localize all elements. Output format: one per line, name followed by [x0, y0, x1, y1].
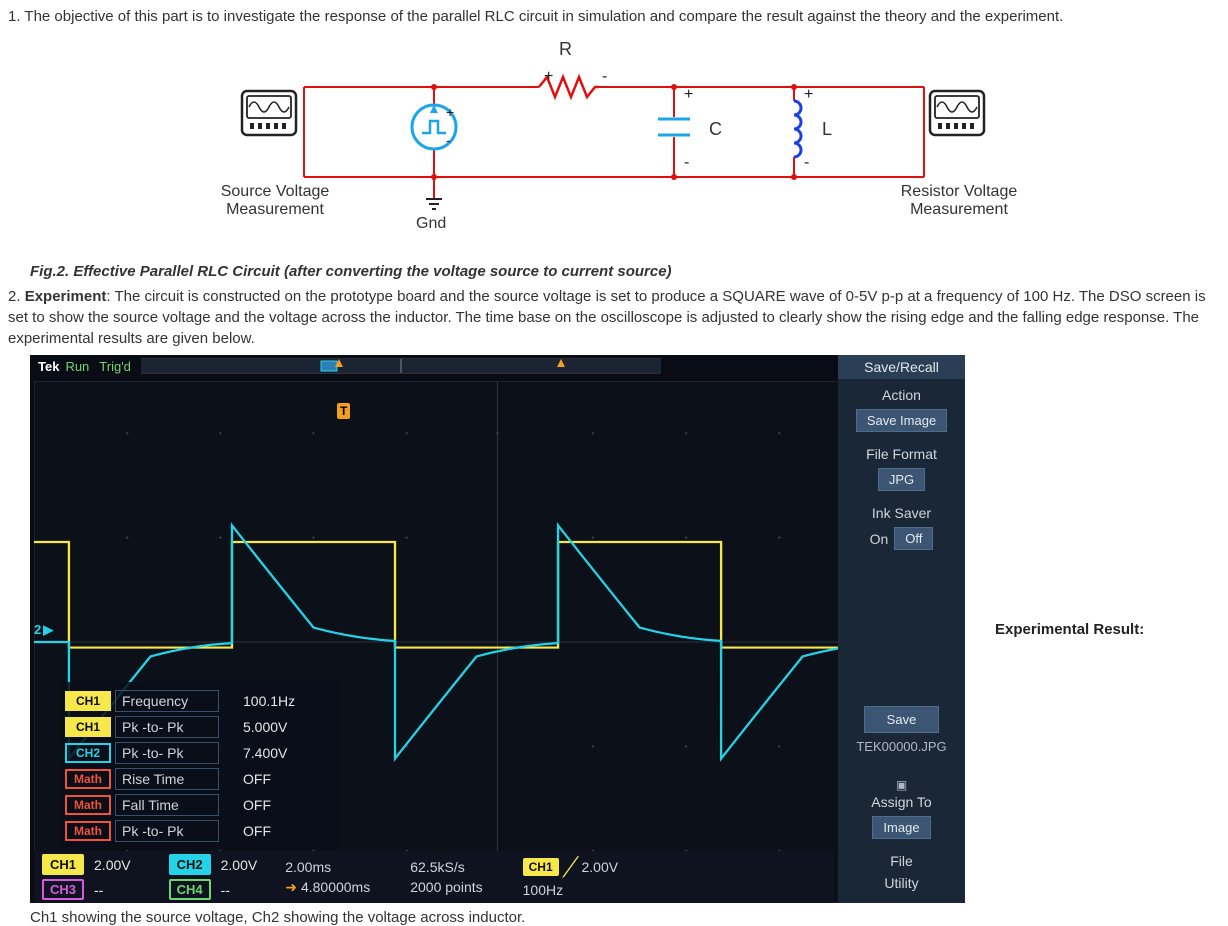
scope-bottom-bar: CH1 2.00V CH3 -- CH2 2.00V CH4 -- 2.00ms ➜4.…	[34, 851, 834, 903]
menu-title: Save/Recall	[838, 355, 965, 379]
readout-row: CH1Pk -to- Pk 5.000V	[65, 714, 333, 740]
readout-label: Pk -to- Pk	[115, 742, 219, 764]
readout-row: MathPk -to- Pk OFF	[65, 818, 333, 844]
readout-tag: Math	[65, 795, 111, 815]
readout-value: OFF	[243, 823, 333, 839]
item2-text: : The circuit is constructed on the prot…	[8, 288, 1206, 347]
resistor-measurement-label: Resistor Voltage Measurement	[894, 183, 1024, 219]
ground-label: Gnd	[416, 215, 446, 233]
menu-ink-label: Ink Saver	[838, 505, 965, 521]
experiment-label: Experiment	[25, 288, 107, 305]
resistor-label: R	[559, 39, 572, 60]
svg-text:+: +	[544, 68, 553, 85]
readout-label: Fall Time	[115, 794, 219, 816]
ch1-chip[interactable]: CH1	[42, 854, 84, 875]
channel-description: Ch1 showing the source voltage, Ch2 show…	[30, 909, 1220, 926]
circuit-diagram: + - + - + - + -	[8, 37, 1220, 257]
svg-text:-: -	[446, 132, 451, 148]
item1-text: 1. The objective of this part is to inve…	[8, 6, 1220, 27]
capacitor-label: C	[709, 119, 722, 140]
readout-label: Pk -to- Pk	[115, 716, 219, 738]
menu-format-label: File Format	[838, 446, 965, 462]
waveform-plot: T 2 CH1Frequency100.1Hz CH1Pk -to- Pk5.0…	[34, 381, 961, 903]
oscilloscope-screen: Tek Run Trig'd ⋰ ⊹ ▢	[30, 355, 965, 903]
scope-topbar: Tek Run Trig'd ⋰ ⊹ ▢	[30, 355, 965, 377]
readout-tag: CH1	[65, 691, 111, 711]
readout-row: MathFall Time OFF	[65, 792, 333, 818]
ch3-chip[interactable]: CH3	[42, 879, 84, 900]
ch4-chip[interactable]: CH4	[169, 879, 211, 900]
ch1-scale: 2.00V	[94, 857, 131, 873]
delay-value: 4.80000ms	[301, 879, 370, 895]
ink-off-option[interactable]: Off	[894, 527, 933, 550]
svg-text:-: -	[602, 68, 607, 85]
readout-tag: Math	[65, 821, 111, 841]
readout-tag: CH1	[65, 717, 111, 737]
source-measurement-label: Source Voltage Measurement	[220, 183, 330, 219]
disk-icon: ▣	[838, 778, 965, 792]
readout-label: Rise Time	[115, 768, 219, 790]
readout-tag: CH2	[65, 743, 111, 763]
tek-logo: Tek	[38, 359, 59, 374]
measurement-readouts: CH1Frequency100.1Hz CH1Pk -to- Pk5.000V …	[61, 682, 337, 850]
sample-rate: 62.5kS/s	[410, 859, 482, 875]
readout-value: OFF	[243, 771, 333, 787]
item2-number: 2.	[8, 288, 25, 305]
svg-text:-: -	[684, 154, 689, 171]
readout-value: 7.400V	[243, 745, 333, 761]
readout-value: 5.000V	[243, 719, 333, 735]
experimental-result-label: Experimental Result:	[995, 621, 1144, 638]
ch2-scale: 2.00V	[221, 857, 258, 873]
format-jpg-button[interactable]: JPG	[878, 468, 925, 491]
svg-text:+: +	[684, 86, 693, 103]
svg-text:+: +	[804, 86, 813, 103]
ch4-scale: --	[221, 882, 230, 898]
file-softkey[interactable]: File	[838, 853, 965, 869]
readout-row: MathRise Time OFF	[65, 766, 333, 792]
readout-tag: Math	[65, 769, 111, 789]
trigd-status: Trig'd	[99, 359, 131, 374]
readout-value: 100.1Hz	[243, 693, 333, 709]
readout-row: CH2Pk -to- Pk 7.400V	[65, 740, 333, 766]
save-recall-menu: Save/Recall Action Save Image File Forma…	[838, 355, 965, 903]
menu-action-label: Action	[838, 387, 965, 403]
rising-edge-icon: ╱	[562, 857, 577, 878]
trigger-source-chip[interactable]: CH1	[523, 858, 559, 876]
timebase-value: 2.00ms	[285, 859, 370, 875]
save-button[interactable]: Save	[864, 706, 940, 733]
ch3-scale: --	[94, 882, 103, 898]
record-length: 2000 points	[410, 879, 482, 895]
svg-text:-: -	[804, 154, 809, 171]
run-status: Run	[65, 359, 89, 374]
ch2-chip[interactable]: CH2	[169, 854, 211, 875]
figure-caption: Fig.2. Effective Parallel RLC Circuit (a…	[30, 263, 1220, 280]
readout-row: CH1Frequency 100.1Hz	[65, 688, 333, 714]
readout-label: Pk -to- Pk	[115, 820, 219, 842]
assign-to-label: Assign To	[838, 794, 965, 810]
inductor-label: L	[822, 119, 832, 140]
trigger-t-marker: T	[337, 403, 350, 419]
readout-label: Frequency	[115, 690, 219, 712]
trigger-frequency: 100Hz	[523, 882, 618, 898]
readout-value: OFF	[243, 797, 333, 813]
assign-image-button[interactable]: Image	[872, 816, 930, 839]
svg-text:+: +	[446, 104, 454, 120]
delay-arrow-icon: ➜	[285, 879, 297, 895]
utility-softkey[interactable]: Utility	[838, 875, 965, 891]
ch2-zero-marker: 2	[34, 622, 53, 638]
save-filename: TEK00000.JPG	[838, 739, 965, 754]
save-image-button[interactable]: Save Image	[856, 409, 947, 432]
ink-on-option[interactable]: On	[870, 531, 889, 547]
trigger-level: 2.00V	[582, 859, 619, 875]
